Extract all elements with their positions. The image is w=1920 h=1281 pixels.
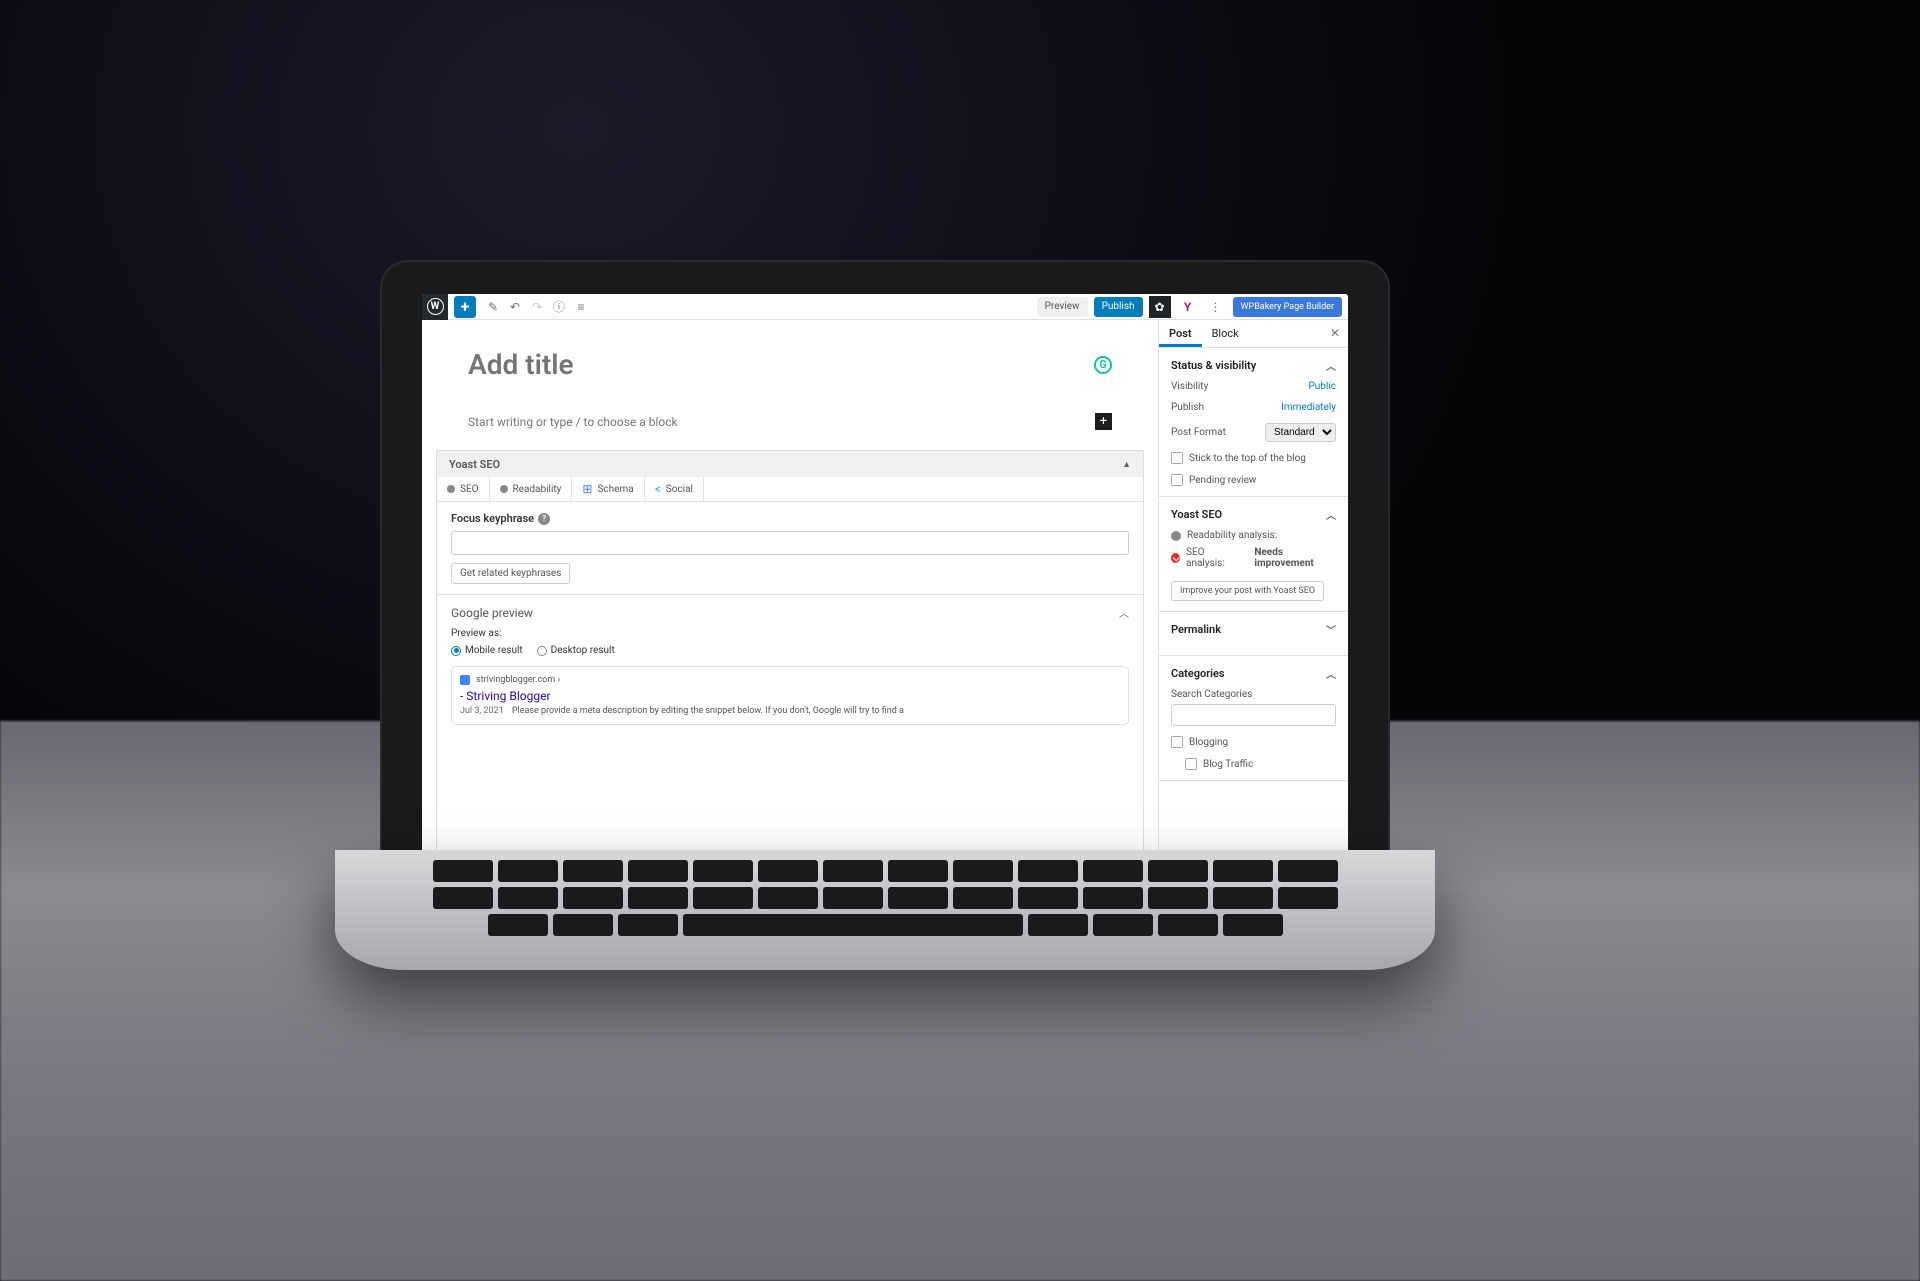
yoast-tab-schema[interactable]: ⊞Schema xyxy=(572,477,644,501)
post-format-label: Post Format xyxy=(1171,427,1265,438)
redo-icon[interactable]: ↷ xyxy=(526,294,548,320)
post-format-select[interactable]: Standard xyxy=(1265,423,1336,442)
close-sidebar-icon[interactable]: ✕ xyxy=(1330,326,1340,340)
yoast-tab-seo[interactable]: SEO xyxy=(437,477,490,501)
info-icon[interactable]: ⓘ xyxy=(548,294,570,320)
pending-review-checkbox[interactable]: Pending review xyxy=(1171,474,1336,486)
editor-toolbar: W + ✎ ↶ ↷ ⓘ ≡ Preview Publish ✿ Y ⋮ WPBa… xyxy=(422,294,1348,320)
settings-icon[interactable]: ✿ xyxy=(1149,296,1171,318)
options-icon[interactable]: ⋮ xyxy=(1205,294,1227,320)
preview-button[interactable]: Preview xyxy=(1037,297,1088,317)
tab-post[interactable]: Post xyxy=(1159,320,1202,347)
improve-post-yoast-button[interactable]: Improve your post with Yoast SEO xyxy=(1171,581,1324,601)
publish-value[interactable]: Immediately xyxy=(1281,402,1336,413)
status-visibility-header[interactable]: Status & visibility ︿ xyxy=(1171,358,1336,373)
desktop-result-radio[interactable]: Desktop result xyxy=(537,645,615,656)
chevron-up-icon: ︿ xyxy=(1326,358,1336,373)
chevron-up-icon: ︿ xyxy=(1326,507,1336,522)
yoast-sidebar-header[interactable]: Yoast SEO ︿ xyxy=(1171,507,1336,522)
yoast-icon[interactable]: Y xyxy=(1177,296,1199,318)
yoast-tab-readability[interactable]: Readability xyxy=(490,477,573,501)
chevron-down-icon: ﹀ xyxy=(1326,622,1336,637)
yoast-metabox-header[interactable]: Yoast SEO ▲ xyxy=(437,451,1143,477)
yoast-metabox: Yoast SEO ▲ SEO Readability ⊞Schema <Soc… xyxy=(436,450,1144,880)
categories-header[interactable]: Categories ︿ xyxy=(1171,666,1336,681)
yoast-metabox-title: Yoast SEO xyxy=(449,458,500,471)
seo-analysis-label: SEO analysis: xyxy=(1186,547,1240,569)
visibility-value[interactable]: Public xyxy=(1308,381,1336,392)
favicon-icon xyxy=(460,675,470,685)
google-preview-header[interactable]: Google preview ︿ xyxy=(451,605,1129,620)
snippet-description: Please provide a meta description by edi… xyxy=(512,706,904,716)
search-categories-label: Search Categories xyxy=(1171,689,1336,700)
focus-keyphrase-label: Focus keyphrase ? xyxy=(451,512,1129,525)
preview-as-label: Preview as: xyxy=(451,628,1129,639)
grammarly-icon[interactable]: G xyxy=(1094,356,1112,374)
outline-icon[interactable]: ≡ xyxy=(570,294,592,320)
search-categories-input[interactable] xyxy=(1171,704,1336,726)
inline-add-block-button[interactable]: + xyxy=(1095,413,1112,430)
add-block-button[interactable]: + xyxy=(454,296,476,318)
chevron-up-icon: ︿ xyxy=(1119,605,1129,620)
snippet-date: Jul 3, 2021 xyxy=(460,706,504,716)
permalink-header[interactable]: Permalink ﹀ xyxy=(1171,622,1336,637)
category-blogging-checkbox[interactable]: Blogging xyxy=(1171,736,1336,748)
edit-icon[interactable]: ✎ xyxy=(482,294,504,320)
wpbakery-button[interactable]: WPBakery Page Builder xyxy=(1233,297,1342,317)
mobile-result-radio[interactable]: Mobile result xyxy=(451,645,523,656)
readability-status-icon xyxy=(1171,531,1181,541)
wordpress-logo[interactable]: W xyxy=(422,294,448,320)
seo-status-icon xyxy=(1171,553,1180,563)
seo-analysis-value: Needs improvement xyxy=(1254,547,1336,569)
google-snippet-preview: strivingblogger.com › - Striving Blogger… xyxy=(451,666,1129,725)
help-icon[interactable]: ? xyxy=(538,513,550,525)
visibility-label: Visibility xyxy=(1171,381,1308,392)
publish-button[interactable]: Publish xyxy=(1094,297,1143,317)
category-blog-traffic-checkbox[interactable]: Blog Traffic xyxy=(1185,758,1336,770)
undo-icon[interactable]: ↶ xyxy=(504,294,526,320)
publish-label: Publish xyxy=(1171,402,1281,413)
post-body-placeholder[interactable]: Start writing or type / to choose a bloc… xyxy=(468,415,1095,429)
focus-keyphrase-input[interactable] xyxy=(451,531,1129,555)
chevron-up-icon: ▲ xyxy=(1122,459,1131,470)
get-related-keyphrases-button[interactable]: Get related keyphrases xyxy=(451,563,570,584)
tab-block[interactable]: Block xyxy=(1202,320,1249,347)
settings-sidebar: Post Block ✕ Status & visibility ︿ Visib… xyxy=(1158,320,1348,880)
post-title-input[interactable]: Add title xyxy=(468,348,1094,381)
snippet-title: - Striving Blogger xyxy=(460,689,1120,703)
chevron-up-icon: ︿ xyxy=(1326,666,1336,681)
yoast-tab-social[interactable]: <Social xyxy=(645,477,704,501)
stick-to-top-checkbox[interactable]: Stick to the top of the blog xyxy=(1171,452,1336,464)
readability-analysis-label: Readability analysis: xyxy=(1187,530,1277,541)
